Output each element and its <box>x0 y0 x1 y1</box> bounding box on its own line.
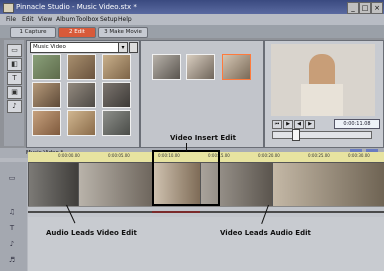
menu-file[interactable]: File <box>6 14 16 25</box>
ruler-tick: 0:00:25.00 <box>308 153 330 158</box>
audio-track-icon[interactable]: ♫ <box>6 208 18 216</box>
video-clip[interactable] <box>28 162 80 208</box>
sound-effect-track-icon[interactable]: ♪ <box>6 240 18 248</box>
annotation-video-insert: Video Insert Edit <box>170 134 236 142</box>
chevron-down-icon[interactable]: ▾ <box>118 42 128 53</box>
album-tab-bar: ▭ ◧ T ▣ ♪ <box>4 40 24 146</box>
original-audio-track[interactable] <box>28 206 384 217</box>
close-button[interactable]: × <box>371 2 383 14</box>
folder-icon[interactable] <box>129 42 138 53</box>
annotation-audio-leads: Audio Leads Video Edit <box>46 229 137 237</box>
preview-figure-body <box>301 84 343 116</box>
transitions-tab-icon[interactable]: ◧ <box>7 58 22 71</box>
window-controls: _ □ × <box>347 2 383 14</box>
timecode-display[interactable]: 0:00:11.08 <box>334 119 380 129</box>
ruler-tick: 0:00:00.00 <box>58 153 80 158</box>
maximize-button[interactable]: □ <box>359 2 371 14</box>
scene-thumbnail-selected[interactable] <box>222 54 251 80</box>
sound-tab-icon[interactable]: ♪ <box>7 100 22 113</box>
track-header-column: ▭ ♫ T ♪ ♬ <box>0 162 27 271</box>
ruler-tick: 0:00:20.00 <box>258 153 280 158</box>
preview-screen <box>271 44 375 116</box>
scene-thumbnail[interactable] <box>67 110 96 136</box>
step-tabs: 1 Capture 2 Edit 3 Make Movie <box>0 25 384 38</box>
audio-clip[interactable] <box>28 211 152 213</box>
scene-thumbnail[interactable] <box>186 54 215 80</box>
minimize-button[interactable]: _ <box>347 2 359 14</box>
audio-clip[interactable] <box>200 211 384 213</box>
scene-thumbnail[interactable] <box>67 54 96 80</box>
scene-thumbnail[interactable] <box>32 82 61 108</box>
menu-help[interactable]: Help <box>118 14 132 25</box>
step-back-icon[interactable]: ◀ <box>294 120 304 129</box>
video-clip[interactable] <box>272 162 384 208</box>
titles-tab-icon[interactable]: T <box>7 72 22 85</box>
title-bar: Pinnacle Studio - Music Video.stx * _ □ … <box>0 0 384 14</box>
scene-thumbnail[interactable] <box>32 54 61 80</box>
app-icon <box>3 3 14 13</box>
album-source-select[interactable]: Music Video <box>30 42 126 53</box>
menu-view[interactable]: View <box>38 14 52 25</box>
stills-tab-icon[interactable]: ▣ <box>7 86 22 99</box>
scene-thumbnail[interactable] <box>67 82 96 108</box>
video-clip[interactable] <box>78 162 154 208</box>
step-forward-icon[interactable]: ▶ <box>305 120 315 129</box>
menu-bar: File Edit View Album Toolbox Setup Help <box>0 14 384 25</box>
play-icon[interactable]: ▶ <box>283 120 293 129</box>
tab-make-movie[interactable]: 3 Make Movie <box>98 27 148 38</box>
tab-capture[interactable]: 1 Capture <box>10 27 56 38</box>
rewind-icon[interactable]: ⏮ <box>272 120 282 129</box>
scrubber-bar[interactable] <box>272 131 372 139</box>
insert-edit-highlight <box>152 150 220 206</box>
menu-setup[interactable]: Setup <box>100 14 117 25</box>
title-track-icon[interactable]: T <box>6 224 18 232</box>
leader-line <box>186 143 187 151</box>
scene-thumbnail[interactable] <box>102 54 131 80</box>
lower-tracks <box>28 217 384 271</box>
menu-edit[interactable]: Edit <box>22 14 34 25</box>
ruler-tick: 0:00:30.00 <box>348 153 370 158</box>
scene-thumbnail[interactable] <box>102 110 131 136</box>
tab-edit[interactable]: 2 Edit <box>58 27 96 38</box>
video-scenes-tab-icon[interactable]: ▭ <box>7 44 22 57</box>
scene-thumbnail[interactable] <box>32 110 61 136</box>
annotation-video-leads: Video Leads Audio Edit <box>220 229 311 237</box>
scene-thumbnail[interactable] <box>152 54 181 80</box>
menu-album[interactable]: Album <box>56 14 75 25</box>
scrubber-handle[interactable] <box>292 129 300 141</box>
ruler-tick: 0:00:05.00 <box>108 153 130 158</box>
menu-toolbox[interactable]: Toolbox <box>76 14 99 25</box>
music-track-icon[interactable]: ♬ <box>6 256 18 264</box>
video-track-icon[interactable]: ▭ <box>6 174 18 182</box>
window-title: Pinnacle Studio - Music Video.stx * <box>16 3 137 11</box>
audio-clip[interactable] <box>152 211 200 213</box>
scene-thumbnail[interactable] <box>102 82 131 108</box>
